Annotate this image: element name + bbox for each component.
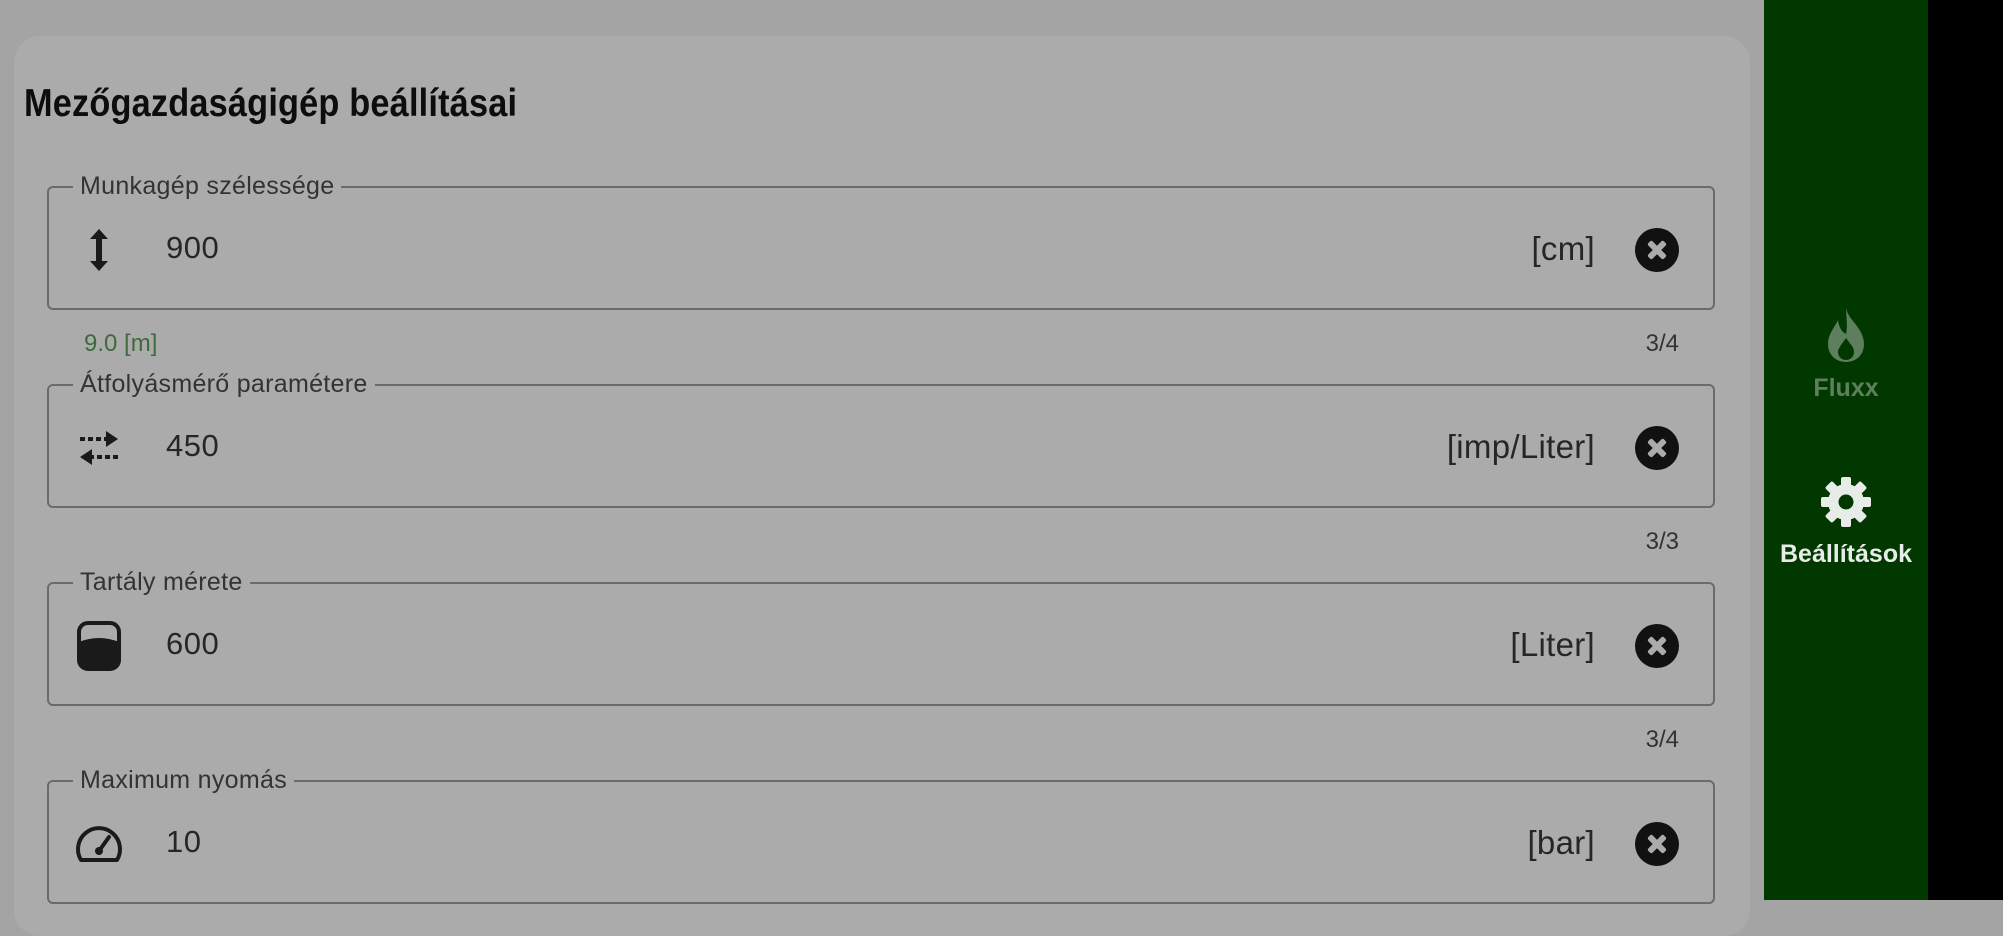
flame-icon [1764, 306, 1928, 364]
max-pressure-field[interactable]: Maximum nyomás 10 [bar] [47, 766, 1715, 904]
screen-edge [1928, 0, 2003, 900]
max-pressure-input[interactable]: 10 [166, 824, 201, 860]
machine-width-label: Munkagép szélessége [73, 172, 342, 201]
machine-width-field[interactable]: Munkagép szélessége 900 [cm] [47, 172, 1715, 310]
machine-width-input[interactable]: 900 [166, 230, 219, 266]
nav-label-fluxx: Fluxx [1813, 374, 1879, 402]
flow-meter-counter: 3/3 [1645, 528, 1679, 555]
gear-icon [1764, 474, 1928, 530]
max-pressure-label: Maximum nyomás [73, 766, 295, 795]
tank-size-clear-button[interactable] [1635, 624, 1679, 668]
nav-item-settings[interactable]: Beállítások [1764, 474, 1928, 569]
tank-size-label: Tartály mérete [73, 568, 250, 597]
navigation-rail: Fluxx Beállítások [1764, 0, 1928, 900]
max-pressure-clear-button[interactable] [1635, 822, 1679, 866]
nav-label-settings: Beállítások [1779, 540, 1912, 568]
flow-meter-input[interactable]: 450 [166, 428, 219, 464]
vertical-resize-icon [73, 224, 125, 276]
machine-width-clear-button[interactable] [1635, 228, 1679, 272]
machine-width-helper: 9.0 [m] [84, 330, 158, 357]
page-title: Mezőgazdaságigép beállításai [24, 82, 518, 125]
swap-arrows-icon [73, 422, 125, 474]
tank-size-unit: [Liter] [1510, 626, 1595, 663]
gauge-icon [73, 818, 125, 870]
machine-width-unit: [cm] [1531, 230, 1595, 267]
flow-meter-label: Átfolyásmérő paramétere [73, 370, 375, 399]
tank-size-field[interactable]: Tartály mérete 600 [Liter] [47, 568, 1715, 706]
max-pressure-unit: [bar] [1527, 824, 1595, 861]
tank-size-counter: 3/4 [1645, 726, 1679, 753]
tank-size-input[interactable]: 600 [166, 626, 219, 662]
nav-item-fluxx[interactable]: Fluxx [1764, 306, 1928, 403]
flow-meter-unit: [imp/Liter] [1446, 428, 1595, 465]
machine-width-counter: 3/4 [1645, 330, 1679, 357]
tank-icon [73, 620, 125, 672]
flow-meter-field[interactable]: Átfolyásmérő paramétere 450 [imp/Liter] [47, 370, 1715, 508]
flow-meter-clear-button[interactable] [1635, 426, 1679, 470]
